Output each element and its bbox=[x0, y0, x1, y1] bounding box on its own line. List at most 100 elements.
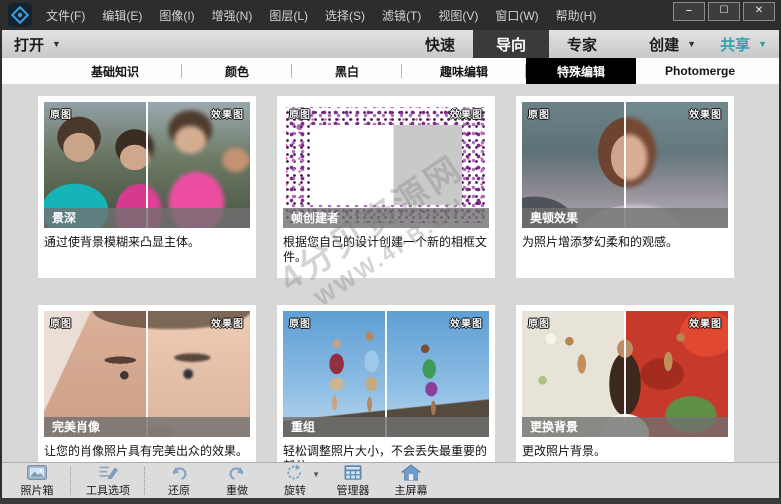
tab-special-edits[interactable]: 特殊编辑 bbox=[526, 58, 636, 84]
action-bar-right: 创建 ▼ 共享 ▼ bbox=[649, 30, 767, 58]
close-button[interactable]: ✕ bbox=[743, 2, 775, 21]
after-label: 效果图 bbox=[450, 106, 483, 121]
edit-mode-tabs: 快速 导向 专家 bbox=[407, 30, 615, 58]
home-screen-button[interactable]: 主屏幕 bbox=[382, 464, 440, 498]
chevron-down-icon: ▼ bbox=[758, 39, 767, 49]
maximize-button[interactable]: ☐ bbox=[708, 2, 740, 21]
card-preview-image: 原图 效果图 更换背景 bbox=[522, 311, 728, 437]
menu-window[interactable]: 窗口(W) bbox=[495, 7, 538, 24]
organizer-button[interactable]: 管理器 bbox=[324, 464, 382, 498]
menu-filter[interactable]: 滤镜(T) bbox=[382, 7, 421, 24]
photo-bin-button[interactable]: 照片箱 bbox=[8, 464, 66, 498]
before-label: 原图 bbox=[528, 315, 550, 330]
tab-fun-edits[interactable]: 趣味编辑 bbox=[402, 58, 526, 84]
card-depth-of-field[interactable]: 原图 效果图 景深 通过使背景模糊来凸显主体。 bbox=[38, 96, 256, 278]
card-description: 更改照片背景。 bbox=[522, 444, 728, 459]
open-button[interactable]: 打开 ▼ bbox=[14, 30, 61, 58]
tab-color[interactable]: 颜色 bbox=[182, 58, 292, 84]
tab-basics[interactable]: 基础知识 bbox=[48, 58, 182, 84]
undo-icon bbox=[168, 464, 190, 481]
bottom-toolbar: 照片箱 工具选项 还原 重做 bbox=[2, 462, 779, 498]
create-label: 创建 bbox=[649, 34, 679, 55]
toolbar-label: 照片箱 bbox=[21, 482, 54, 498]
menu-help[interactable]: 帮助(H) bbox=[556, 7, 597, 24]
card-preview-image: 原图 效果图 完美肖像 bbox=[44, 311, 250, 437]
after-label: 效果图 bbox=[689, 106, 722, 121]
guided-category-tabs: 基础知识 颜色 黑白 趣味编辑 特殊编辑 Photomerge bbox=[2, 58, 779, 84]
menu-layer[interactable]: 图层(L) bbox=[269, 7, 308, 24]
menu-bar: 文件(F) 编辑(E) 图像(I) 增强(N) 图层(L) 选择(S) 滤镜(T… bbox=[46, 7, 596, 24]
after-label: 效果图 bbox=[689, 315, 722, 330]
toolbar-divider bbox=[70, 467, 72, 495]
home-icon bbox=[400, 464, 422, 481]
card-frame-creator[interactable]: 原图 效果图 帧创建者 根据您自己的设计创建一个新的相框文件。 bbox=[277, 96, 495, 278]
after-label: 效果图 bbox=[211, 315, 244, 330]
menu-edit[interactable]: 编辑(E) bbox=[102, 7, 142, 24]
redo-icon bbox=[226, 464, 248, 481]
rotate-button[interactable]: ▼ 旋转 bbox=[266, 464, 324, 498]
window-controls: – ☐ ✕ bbox=[673, 2, 775, 21]
menu-view[interactable]: 视图(V) bbox=[438, 7, 478, 24]
before-label: 原图 bbox=[528, 106, 550, 121]
card-perfect-portrait[interactable]: 原图 效果图 完美肖像 让您的肖像照片具有完美出众的效果。 bbox=[38, 305, 256, 462]
app-logo-icon bbox=[8, 3, 32, 27]
menu-enhance[interactable]: 增强(N) bbox=[212, 7, 253, 24]
toolbar-divider bbox=[144, 467, 146, 495]
card-title: 奥顿效果 bbox=[522, 208, 728, 228]
tool-options-icon bbox=[97, 464, 119, 481]
menu-select[interactable]: 选择(S) bbox=[325, 7, 365, 24]
before-label: 原图 bbox=[50, 315, 72, 330]
card-description: 让您的肖像照片具有完美出众的效果。 bbox=[44, 444, 250, 459]
chevron-down-icon: ▼ bbox=[687, 39, 696, 49]
card-title: 帧创建者 bbox=[283, 208, 489, 228]
tab-black-white[interactable]: 黑白 bbox=[292, 58, 402, 84]
chevron-down-icon: ▼ bbox=[52, 39, 61, 49]
create-button[interactable]: 创建 ▼ bbox=[649, 34, 696, 55]
toolbar-label: 管理器 bbox=[337, 482, 370, 498]
minimize-button[interactable]: – bbox=[673, 2, 705, 21]
toolbar-label: 旋转 bbox=[284, 482, 306, 498]
card-title: 更换背景 bbox=[522, 417, 728, 437]
toolbar-label: 工具选项 bbox=[86, 482, 130, 498]
card-preview-image: 原图 效果图 重组 bbox=[283, 311, 489, 437]
card-description: 通过使背景模糊来凸显主体。 bbox=[44, 235, 250, 250]
card-replace-background[interactable]: 原图 效果图 更换背景 更改照片背景。 bbox=[516, 305, 734, 462]
chevron-down-icon: ▼ bbox=[312, 470, 320, 479]
card-recompose[interactable]: 原图 效果图 重组 轻松调整照片大小，不会丢失最重要的部分。 bbox=[277, 305, 495, 462]
card-title: 景深 bbox=[44, 208, 250, 228]
card-preview-image: 原图 效果图 景深 bbox=[44, 102, 250, 228]
window-bottom-edge bbox=[0, 498, 781, 504]
card-preview-image: 原图 效果图 帧创建者 bbox=[283, 102, 489, 228]
menu-file[interactable]: 文件(F) bbox=[46, 7, 85, 24]
tab-photomerge[interactable]: Photomerge bbox=[636, 58, 764, 84]
frame-inner-area bbox=[310, 125, 462, 205]
guided-edit-grid: 原图 效果图 景深 通过使背景模糊来凸显主体。 原图 效果图 帧创建者 根据您自… bbox=[2, 84, 779, 462]
mode-tab-quick[interactable]: 快速 bbox=[407, 30, 473, 58]
tool-options-button[interactable]: 工具选项 bbox=[76, 464, 140, 498]
card-description: 根据您自己的设计创建一个新的相框文件。 bbox=[283, 235, 489, 265]
card-preview-image: 原图 效果图 奥顿效果 bbox=[522, 102, 728, 228]
mode-tab-guided[interactable]: 导向 bbox=[473, 30, 549, 58]
organizer-icon bbox=[342, 464, 364, 481]
after-label: 效果图 bbox=[450, 315, 483, 330]
card-orton-effect[interactable]: 原图 效果图 奥顿效果 为照片增添梦幻柔和的观感。 bbox=[516, 96, 734, 278]
redo-button[interactable]: 重做 bbox=[208, 464, 266, 498]
menu-image[interactable]: 图像(I) bbox=[159, 7, 194, 24]
rotate-icon bbox=[284, 464, 306, 481]
mode-tab-expert[interactable]: 专家 bbox=[549, 30, 615, 58]
after-label: 效果图 bbox=[211, 106, 244, 121]
undo-button[interactable]: 还原 bbox=[150, 464, 208, 498]
toolbar-label: 主屏幕 bbox=[395, 482, 428, 498]
share-button[interactable]: 共享 ▼ bbox=[720, 34, 767, 55]
before-label: 原图 bbox=[289, 315, 311, 330]
photoshop-elements-window: 文件(F) 编辑(E) 图像(I) 增强(N) 图层(L) 选择(S) 滤镜(T… bbox=[0, 0, 781, 504]
title-menu-bar: 文件(F) 编辑(E) 图像(I) 增强(N) 图层(L) 选择(S) 滤镜(T… bbox=[0, 0, 781, 30]
photo-bin-icon bbox=[26, 464, 48, 481]
card-description: 为照片增添梦幻柔和的观感。 bbox=[522, 235, 728, 250]
toolbar-label: 重做 bbox=[226, 482, 248, 498]
card-description: 轻松调整照片大小，不会丢失最重要的部分。 bbox=[283, 444, 489, 462]
card-title: 完美肖像 bbox=[44, 417, 250, 437]
share-label: 共享 bbox=[720, 34, 750, 55]
action-bar: 打开 ▼ 快速 导向 专家 创建 ▼ 共享 ▼ bbox=[2, 30, 779, 59]
toolbar-label: 还原 bbox=[168, 482, 190, 498]
